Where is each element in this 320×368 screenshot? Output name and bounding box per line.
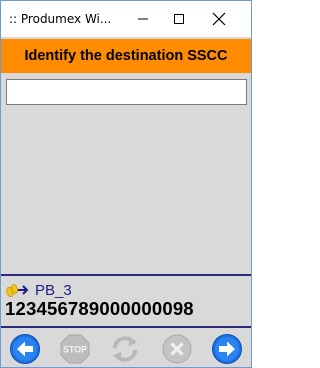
refresh-icon bbox=[112, 336, 138, 362]
back-button[interactable] bbox=[9, 333, 41, 365]
status-panel: PB_3 123456789000000098 bbox=[1, 274, 251, 326]
minimize-icon bbox=[138, 18, 148, 20]
refresh-button[interactable] bbox=[109, 333, 141, 365]
page-header: Identify the destination SSCC bbox=[1, 39, 251, 73]
stop-icon: STOP bbox=[60, 334, 90, 364]
location-row: PB_3 bbox=[5, 280, 72, 300]
arrow-right-icon bbox=[212, 334, 242, 364]
location-label: PB_3 bbox=[35, 281, 72, 299]
app-window: :: Produmex Wi... Identify the destinati… bbox=[0, 0, 252, 368]
title-bar[interactable]: :: Produmex Wi... bbox=[1, 1, 251, 37]
window-title: :: Produmex Wi... bbox=[9, 12, 112, 26]
minimize-button[interactable] bbox=[125, 1, 161, 37]
close-button[interactable] bbox=[201, 1, 237, 37]
sscc-input[interactable] bbox=[7, 80, 246, 104]
stop-button[interactable]: STOP bbox=[59, 333, 91, 365]
cancel-button[interactable] bbox=[161, 333, 193, 365]
next-button[interactable] bbox=[211, 333, 243, 365]
maximize-icon bbox=[174, 14, 184, 24]
stop-label: STOP bbox=[63, 345, 87, 355]
arrow-left-icon bbox=[10, 334, 40, 364]
page-title: Identify the destination SSCC bbox=[24, 48, 228, 64]
cancel-icon bbox=[162, 334, 192, 364]
toolbar: STOP bbox=[1, 326, 251, 367]
sscc-input-wrapper bbox=[6, 79, 247, 105]
footsteps-arrow-icon bbox=[6, 284, 29, 298]
close-icon bbox=[212, 12, 226, 26]
sscc-value: 123456789000000098 bbox=[5, 298, 194, 319]
maximize-button[interactable] bbox=[161, 1, 197, 37]
